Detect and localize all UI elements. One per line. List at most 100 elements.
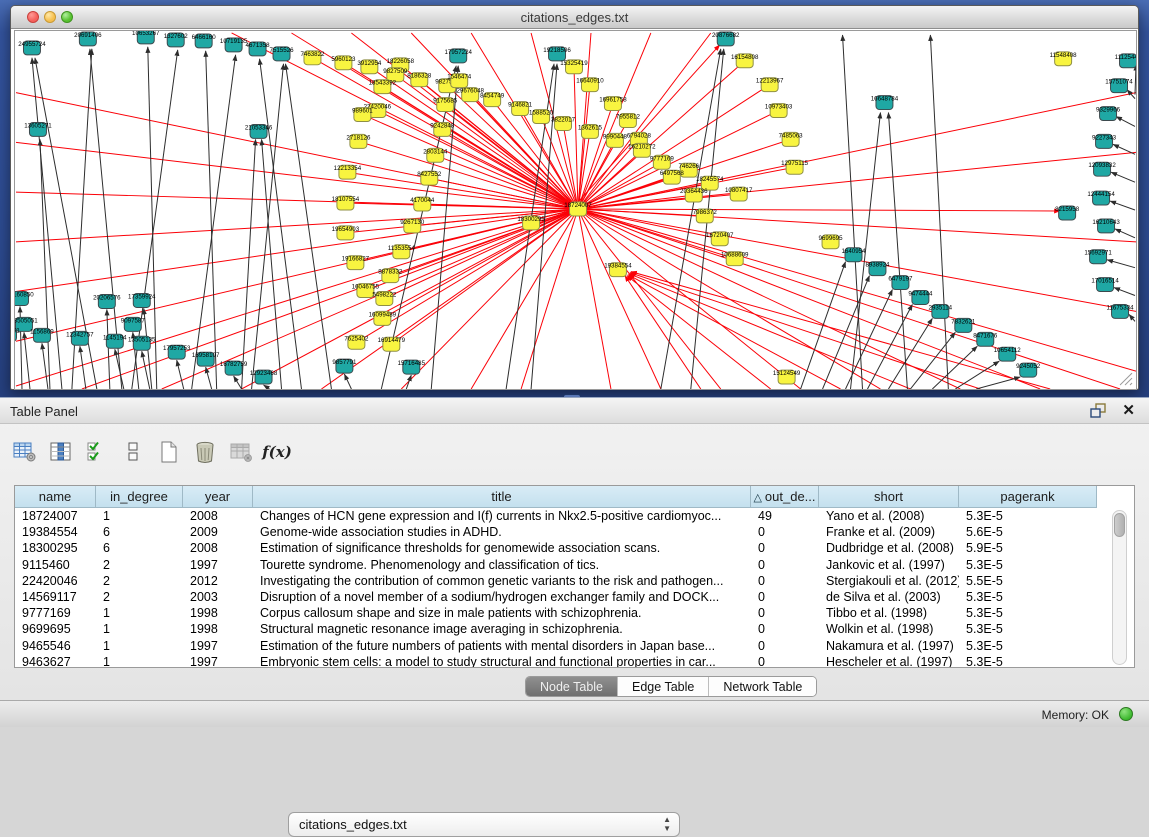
window-titlebar[interactable]: citations_edges.txt bbox=[11, 6, 1138, 29]
graph-node[interactable]: 15124549 bbox=[773, 370, 801, 384]
tab-network-table[interactable]: Network Table bbox=[709, 677, 816, 696]
graph-node[interactable]: 12213967 bbox=[756, 78, 784, 92]
graph-node[interactable]: 6466160 bbox=[192, 34, 217, 48]
graph-node[interactable]: 17016514 bbox=[1091, 278, 1119, 292]
graph-node[interactable]: 9097587 bbox=[121, 317, 146, 331]
network-canvas[interactable]: 24955724 20691406 10653267 13276026466160 10… bbox=[14, 30, 1137, 390]
graph-node[interactable]: 989601 bbox=[352, 108, 373, 122]
column-header-title[interactable]: title bbox=[253, 486, 751, 508]
graph-node[interactable]: 10807417 bbox=[725, 187, 753, 201]
graph-node[interactable]: 9227343 bbox=[1092, 134, 1117, 148]
graph-node[interactable]: 15751074 bbox=[1105, 79, 1133, 93]
column-header-pagerank[interactable]: pagerank bbox=[959, 486, 1097, 508]
graph-node[interactable]: 3912954 bbox=[357, 60, 382, 74]
graph-node[interactable]: 20691406 bbox=[74, 32, 102, 46]
column-header-short[interactable]: short bbox=[819, 486, 959, 508]
graph-node[interactable]: 8454749 bbox=[480, 93, 505, 107]
graph-node[interactable]: 15692971 bbox=[1084, 250, 1112, 264]
column-header-out_de[interactable]: △out_de... bbox=[751, 486, 819, 508]
table-settings-icon[interactable] bbox=[10, 437, 40, 467]
table-row[interactable]: 946362711997Embryonic stem cells: a mode… bbox=[15, 654, 1134, 668]
graph-node[interactable]: 12444154 bbox=[1087, 191, 1115, 205]
scrollbar-thumb[interactable] bbox=[1114, 513, 1125, 537]
graph-node[interactable]: 2718126 bbox=[346, 134, 371, 148]
column-header-year[interactable]: year bbox=[183, 486, 253, 508]
graph-node[interactable]: 1546474 bbox=[447, 74, 472, 88]
table-row[interactable]: 1938455462009Genome-wide association stu… bbox=[15, 524, 1134, 540]
graph-node[interactable]: 9267130 bbox=[400, 219, 425, 233]
graph-node[interactable]: 7986372 bbox=[693, 209, 718, 223]
close-panel-icon[interactable]: ✕ bbox=[1122, 401, 1135, 419]
graph-node[interactable]: 2935114 bbox=[929, 304, 953, 318]
graph-node[interactable]: 25160850 bbox=[15, 292, 34, 306]
graph-node[interactable]: 8186328 bbox=[407, 73, 432, 87]
column-header-name[interactable]: name bbox=[15, 486, 96, 508]
vertical-scrollbar[interactable] bbox=[1112, 510, 1127, 665]
table-row[interactable]: 969969511998Structural magnetic resonanc… bbox=[15, 621, 1134, 637]
graph-node[interactable]: 6479197 bbox=[888, 276, 913, 290]
graph-node[interactable]: 16720407 bbox=[706, 232, 734, 246]
graph-node[interactable]: 21053346 bbox=[245, 124, 273, 138]
graph-node[interactable]: 7625402 bbox=[344, 335, 369, 349]
table-row[interactable]: 1456911722003Disruption of a novel membe… bbox=[15, 589, 1134, 605]
graph-node[interactable]: 12342757 bbox=[66, 331, 94, 345]
graph-node[interactable]: 8878332 bbox=[378, 269, 403, 283]
graph-node[interactable]: 18543392 bbox=[369, 80, 397, 94]
graph-node[interactable]: 18300295 bbox=[517, 216, 545, 230]
graph-node[interactable]: 9990448 bbox=[603, 133, 628, 147]
graph-node[interactable]: 16914479 bbox=[378, 337, 406, 351]
graph-node[interactable]: 4671358 bbox=[246, 42, 271, 56]
graph-node[interactable]: 16961758 bbox=[599, 97, 627, 111]
tab-node-table[interactable]: Node Table bbox=[526, 677, 618, 696]
merge-tables-icon[interactable] bbox=[118, 437, 148, 467]
graph-node[interactable]: 16640910 bbox=[576, 78, 604, 92]
graph-node[interactable]: 4170044 bbox=[410, 197, 435, 211]
graph-node[interactable]: 1327602 bbox=[164, 33, 189, 47]
graph-node[interactable]: 11675334 bbox=[1107, 304, 1135, 318]
graph-node[interactable]: 9857791 bbox=[332, 359, 357, 373]
graph-node[interactable]: 20206576 bbox=[93, 295, 121, 309]
table-row[interactable]: 1872400712008Changes of HCN gene express… bbox=[15, 508, 1134, 524]
graph-node[interactable]: 10653267 bbox=[132, 31, 160, 44]
graph-node[interactable]: 11353554 bbox=[388, 245, 416, 259]
table-selector-dropdown[interactable]: citations_edges.txt ▲▼ bbox=[288, 812, 680, 837]
graph-node[interactable]: 18107554 bbox=[332, 196, 360, 210]
table-row[interactable]: 977716911998Corpus callosum shape and si… bbox=[15, 605, 1134, 621]
graph-node[interactable]: 1362615 bbox=[578, 124, 603, 138]
graph-node[interactable]: 16154808 bbox=[731, 54, 759, 68]
graph-node[interactable]: 9777169 bbox=[650, 155, 675, 169]
table-row[interactable]: 911546021997Tourette syndrome. Phenomeno… bbox=[15, 557, 1134, 573]
graph-node[interactable]: 10688609 bbox=[721, 252, 749, 266]
table-row[interactable]: 1830029562008Estimation of significance … bbox=[15, 540, 1134, 556]
graph-node[interactable]: 9245052 bbox=[1016, 363, 1041, 377]
graph-node[interactable]: 7485063 bbox=[779, 132, 804, 146]
graph-node[interactable]: 7832621 bbox=[951, 318, 976, 332]
graph-node[interactable]: 20876682 bbox=[712, 32, 740, 46]
graph-node[interactable]: 10654112 bbox=[994, 347, 1022, 361]
table-row[interactable]: 946554611997Estimation of the future num… bbox=[15, 638, 1134, 654]
graph-node[interactable]: 12093832 bbox=[1088, 162, 1116, 176]
column-chooser-icon[interactable] bbox=[46, 437, 76, 467]
graph-node[interactable]: 17957253 bbox=[163, 345, 191, 359]
graph-node[interactable]: 16210643 bbox=[1092, 219, 1120, 233]
graph-node[interactable]: 24955724 bbox=[18, 41, 46, 55]
graph-node[interactable]: 13505135 bbox=[128, 336, 156, 350]
graph-node[interactable]: 1640954 bbox=[841, 248, 866, 262]
graph-node[interactable]: 8938924 bbox=[865, 262, 890, 276]
graph-node[interactable]: 7515526 bbox=[270, 47, 295, 61]
graph-node[interactable]: 1588520 bbox=[529, 110, 554, 124]
graph-node[interactable]: 8215958 bbox=[1055, 206, 1080, 220]
graph-node[interactable]: 3911591 bbox=[15, 327, 20, 341]
graph-node[interactable]: 19166827 bbox=[342, 256, 370, 270]
graph-node[interactable]: 2803144 bbox=[423, 148, 448, 162]
graph-node[interactable]: 5498222 bbox=[372, 292, 397, 306]
graph-node[interactable]: 16648784 bbox=[871, 96, 899, 110]
delete-table-icon[interactable] bbox=[190, 437, 220, 467]
graph-node[interactable]: 17957224 bbox=[444, 49, 472, 63]
table-row[interactable]: 2242004622012Investigating the contribut… bbox=[15, 573, 1134, 589]
graph-node[interactable]: 16099489 bbox=[369, 311, 397, 325]
graph-node[interactable]: 7955812 bbox=[616, 114, 641, 128]
graph-node[interactable]: 9699695 bbox=[819, 235, 844, 249]
graph-node[interactable]: 12975115 bbox=[781, 160, 809, 174]
new-table-icon[interactable] bbox=[154, 437, 184, 467]
